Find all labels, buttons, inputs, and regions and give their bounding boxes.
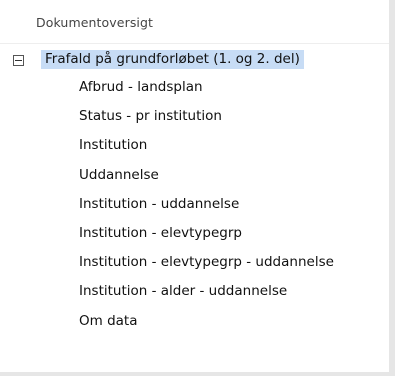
tree-item-status-pr-institution[interactable]: Status - pr institution (0, 103, 389, 132)
tree-item-label[interactable]: Institution - elevtypegrp (79, 225, 242, 241)
tree-item-afbrud-landsplan[interactable]: Afbrud - landsplan (0, 74, 389, 103)
tree-root-node[interactable]: Frafald på grundforløbet (1. og 2. del) (0, 46, 389, 74)
tree-item-label[interactable]: Status - pr institution (79, 108, 222, 124)
tree-item-om-data[interactable]: Om data (0, 308, 389, 337)
panel-header: Dokumentoversigt (0, 0, 389, 44)
tree-item-label[interactable]: Afbrud - landsplan (79, 79, 203, 95)
panel-title: Dokumentoversigt (36, 15, 154, 30)
tree-root-label[interactable]: Frafald på grundforløbet (1. og 2. del) (41, 50, 304, 69)
tree-item-label[interactable]: Institution (79, 137, 147, 153)
tree-item-institution[interactable]: Institution (0, 132, 389, 161)
collapse-toggle-icon[interactable] (13, 55, 24, 66)
tree-item-institution-elevtypegrp[interactable]: Institution - elevtypegrp (0, 220, 389, 249)
tree-item-label[interactable]: Institution - elevtypegrp - uddannelse (79, 254, 334, 270)
panel-bottom-border (0, 372, 395, 376)
tree-item-label[interactable]: Institution - alder - uddannelse (79, 283, 287, 299)
tree-item-label[interactable]: Institution - uddannelse (79, 196, 239, 212)
tree-item-institution-uddannelse[interactable]: Institution - uddannelse (0, 191, 389, 220)
tree-item-uddannelse[interactable]: Uddannelse (0, 162, 389, 191)
tree-item-label[interactable]: Om data (79, 313, 137, 329)
tree-item-label[interactable]: Uddannelse (79, 167, 159, 183)
tree-item-institution-alder-uddannelse[interactable]: Institution - alder - uddannelse (0, 278, 389, 307)
document-overview-panel: Dokumentoversigt Frafald på grundforløbe… (0, 0, 395, 376)
document-tree: Frafald på grundforløbet (1. og 2. del) … (0, 46, 389, 337)
panel-right-border (389, 0, 395, 376)
tree-item-institution-elevtypegrp-uddannelse[interactable]: Institution - elevtypegrp - uddannelse (0, 249, 389, 278)
